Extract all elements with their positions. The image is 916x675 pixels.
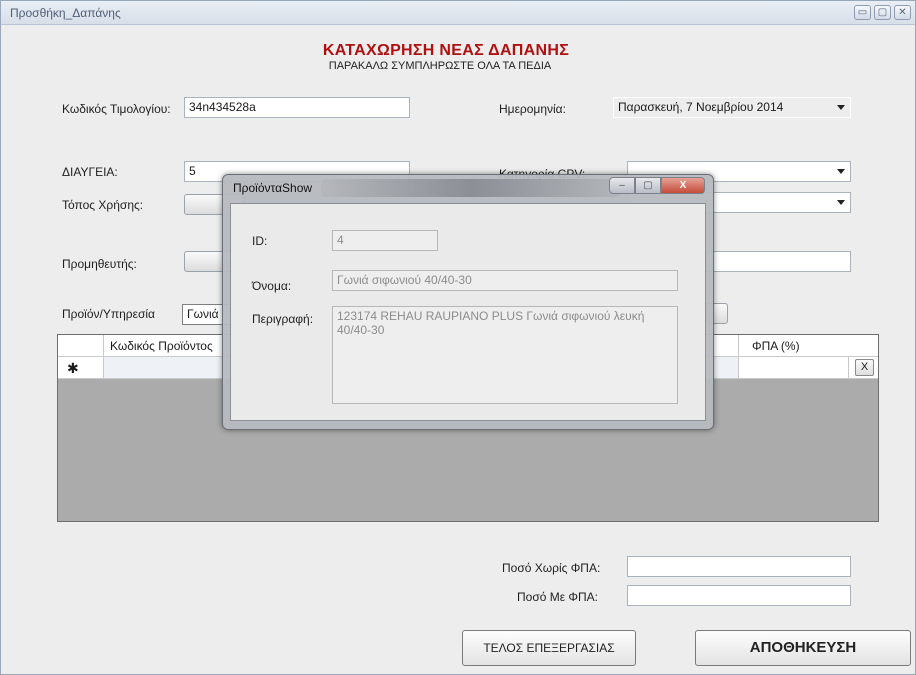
invoice-code-input[interactable]: 34n434528a — [184, 97, 410, 118]
grid-divider — [103, 335, 104, 357]
close-button[interactable]: ✕ — [894, 5, 911, 20]
page-subtitle: ΠΑΡΑΚΑΛΩ ΣΥΜΠΛΗΡΩΣΤΕ ΟΛΑ ΤΑ ΠΕΔΙΑ — [328, 60, 552, 72]
page-title: ΚΑΤΑΧΩΡΗΣΗ ΝΕΑΣ ΔΑΠΑΝΗΣ — [322, 42, 570, 59]
date-value: Παρασκευή, 7 Νοεμβρίου 2014 — [618, 100, 784, 114]
dialog-title-blur — [321, 179, 621, 197]
main-window: Προσθήκη_Δαπάνης ▭ ▢ ✕ ΚΑΤΑΧΩΡΗΣΗ ΝΕΑΣ Δ… — [0, 0, 916, 675]
column-header-product-code[interactable]: Κωδικός Προϊόντος — [110, 339, 213, 353]
amount-without-vat-label: Ποσό Χωρίς ΦΠΑ: — [502, 561, 601, 575]
dialog-id-field[interactable]: 4 — [332, 230, 438, 251]
dialog-minimize-button[interactable]: – — [609, 177, 635, 194]
finish-editing-button[interactable]: ΤΕΛΟΣ ΕΠΕΞΕΡΓΑΣΙΑΣ — [462, 630, 636, 666]
amount-with-vat-label: Ποσό Με ΦΠΑ: — [517, 590, 599, 604]
chevron-down-icon — [837, 105, 845, 110]
amount-without-vat-input[interactable] — [627, 556, 851, 577]
minimize-button[interactable]: ▭ — [854, 5, 871, 20]
dialog-title: ΠροϊόνταShow — [233, 181, 313, 195]
save-button[interactable]: ΑΠΟΘΗΚΕΥΣΗ — [695, 630, 911, 666]
chevron-down-icon — [837, 169, 845, 174]
title-bar: Προσθήκη_Δαπάνης ▭ ▢ ✕ — [1, 1, 915, 25]
dialog-window-controls: – ▢ X — [609, 177, 705, 194]
dialog-id-label: ID: — [252, 234, 268, 248]
delete-row-button[interactable]: X — [855, 359, 874, 376]
amount-with-vat-input[interactable] — [627, 585, 851, 606]
grid-divider — [738, 335, 739, 357]
product-dialog: ΠροϊόνταShow – ▢ X ID: 4 Όνομα: Γωνιά σι… — [222, 174, 714, 430]
product-label: Προϊόν/Υπηρεσία — [62, 307, 155, 321]
dialog-close-button[interactable]: X — [661, 177, 705, 194]
dialog-maximize-button[interactable]: ▢ — [635, 177, 661, 194]
dialog-name-label: Όνομα: — [252, 279, 292, 293]
dialog-description-label: Περιγραφή: — [252, 312, 314, 326]
dialog-content: ID: 4 Όνομα: Γωνιά σιφωνιού 40/40-30 Περ… — [230, 203, 706, 421]
invoice-code-label: Κωδικός Τιμολογίου: — [62, 102, 171, 116]
place-label: Τόπος Χρήσης: — [62, 198, 144, 212]
column-header-vat[interactable]: ΦΠΑ (%) — [752, 339, 800, 353]
date-label: Ημερομηνία: — [499, 102, 566, 116]
chevron-down-icon — [837, 200, 845, 205]
grid-divider — [848, 357, 849, 379]
new-row-icon: ✱ — [67, 360, 79, 376]
dialog-description-field[interactable]: 123174 REHAU RAUPIANO PLUS Γωνιά σιφωνιο… — [332, 306, 678, 404]
window-controls: ▭ ▢ ✕ — [854, 5, 911, 20]
window-title: Προσθήκη_Δαπάνης — [10, 6, 121, 20]
supplier-info-input[interactable] — [706, 251, 851, 272]
diavgeia-label: ΔΙΑΥΓΕΙΑ: — [62, 165, 118, 179]
grid-divider — [738, 357, 739, 379]
dialog-name-field[interactable]: Γωνιά σιφωνιού 40/40-30 — [332, 270, 678, 291]
maximize-button[interactable]: ▢ — [874, 5, 891, 20]
supplier-label: Προμηθευτής: — [62, 257, 137, 271]
date-picker[interactable]: Παρασκευή, 7 Νοεμβρίου 2014 — [613, 97, 851, 118]
